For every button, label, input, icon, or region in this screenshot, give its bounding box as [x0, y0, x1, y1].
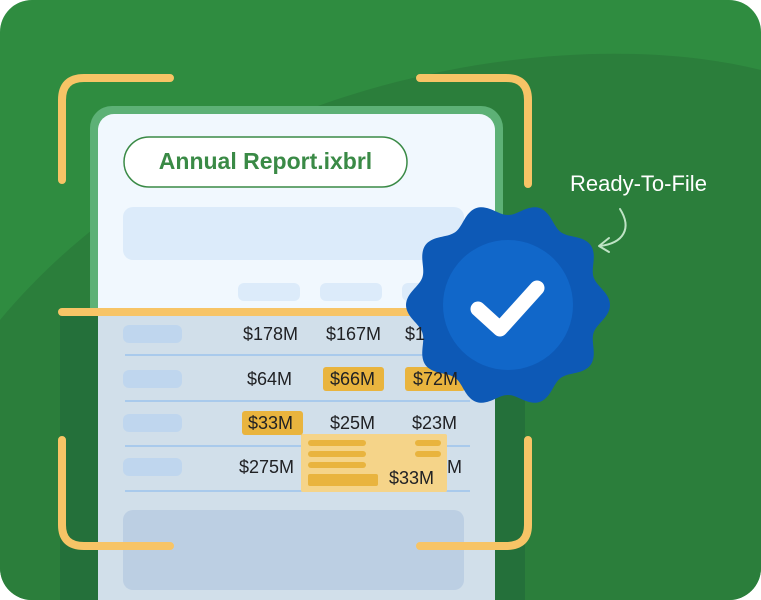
ready-to-file-label: Ready-To-File [570, 171, 707, 196]
table-cell-r1-c3: $1 [405, 324, 426, 344]
row-label-placeholder-2 [123, 370, 182, 388]
tooltip-line-1 [308, 440, 366, 446]
illustration-graphics [0, 0, 761, 600]
table-cell-r4-c1: $275M [239, 457, 295, 477]
table-cell-r3-c1: $33M [248, 413, 294, 433]
tooltip-bar [308, 474, 378, 486]
tooltip-line-5 [308, 462, 366, 468]
table-cell-r2-c3: $72M [413, 369, 459, 389]
table-cell-r2-c2: $66M [330, 369, 376, 389]
row-label-placeholder-3 [123, 414, 182, 432]
table-cell-r4-c3: M [447, 457, 462, 477]
file-name-title: Annual Report.ixbrl [158, 148, 373, 174]
header-placeholder-1 [238, 283, 300, 301]
illustration-canvas: Annual Report.ixbrl Ready-To-File $178M … [0, 0, 761, 600]
table-cell-r2-c1: $64M [247, 369, 293, 389]
row-label-placeholder-1 [123, 325, 182, 343]
tooltip-value: $33M [389, 468, 435, 488]
placeholder-block-bottom [123, 510, 464, 590]
tooltip-line-3 [308, 451, 366, 457]
row-label-placeholder-4 [123, 458, 182, 476]
table-cell-r1-c2: $167M [326, 324, 382, 344]
table-cell-r3-c2: $25M [330, 413, 376, 433]
table-cell-r3-c3: $23M [412, 413, 458, 433]
header-placeholder-2 [320, 283, 382, 301]
table-cell-r1-c1: $178M [243, 324, 299, 344]
placeholder-block-top [123, 207, 464, 260]
tooltip-line-2 [415, 440, 441, 446]
tooltip-line-4 [415, 451, 441, 457]
